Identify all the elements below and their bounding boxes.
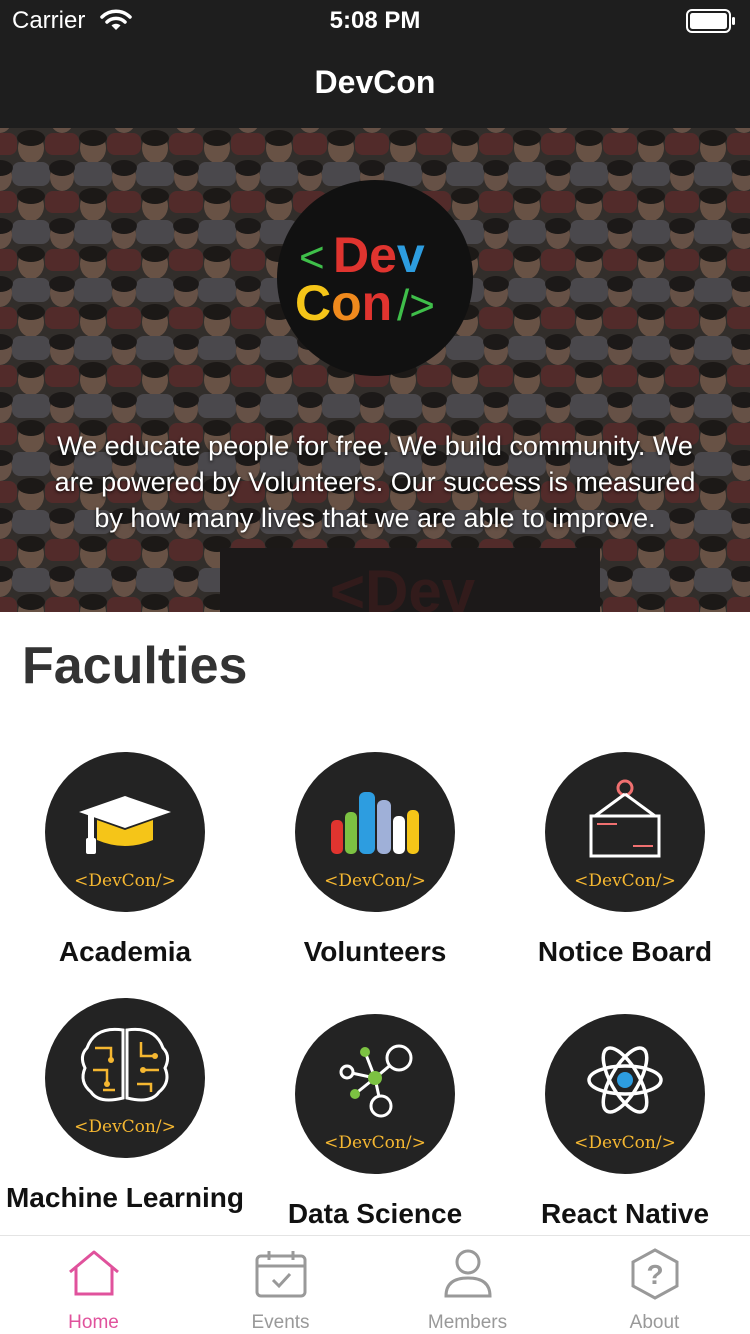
graduation-cap-icon: <DevCon/>	[74, 796, 176, 891]
faculty-academia[interactable]: <DevCon/> Academia	[0, 752, 250, 982]
section-title-faculties: Faculties	[22, 637, 248, 695]
faculty-badge: <DevCon/>	[295, 1014, 455, 1174]
faculty-volunteers[interactable]: <DevCon/> Volunteers	[250, 752, 500, 982]
page-title: DevCon	[314, 64, 436, 100]
svg-text:<DevCon/>: <DevCon/>	[74, 1117, 176, 1137]
tab-label: Members	[427, 1312, 508, 1333]
status-bar: Carrier 5:08 PM	[0, 0, 750, 40]
calendar-icon	[255, 1251, 307, 1298]
tab-label: Home	[68, 1312, 119, 1333]
faculty-machine-learning[interactable]: <DevCon/> Machine Learning	[0, 998, 250, 1235]
battery-icon	[686, 9, 735, 33]
tab-home[interactable]: Home	[0, 1236, 187, 1334]
svg-text:<DevCon/>: <DevCon/>	[324, 871, 426, 891]
question-icon: ?	[631, 1248, 679, 1300]
hero-tagline: We educate people for free. We build com…	[54, 431, 696, 533]
faculty-label: Machine Learning	[5, 1182, 245, 1213]
tab-about[interactable]: ? About	[561, 1236, 748, 1334]
user-icon	[444, 1249, 492, 1298]
faculty-badge: <DevCon/>	[545, 752, 705, 912]
faculty-label: Notice Board	[537, 936, 713, 967]
faculty-badge: <DevCon/>	[45, 998, 205, 1158]
svg-text:<DevCon/>: <DevCon/>	[574, 1133, 676, 1153]
tab-label: Events	[251, 1312, 310, 1333]
tab-events[interactable]: Events	[187, 1236, 374, 1334]
raised-hands-icon: <DevCon/>	[324, 792, 426, 891]
top-bar: Carrier 5:08 PM DevCon	[0, 0, 750, 128]
faculty-badge: <DevCon/>	[45, 752, 205, 912]
status-time: 5:08 PM	[329, 7, 421, 34]
faculty-badge: <DevCon/>	[295, 752, 455, 912]
home-icon	[69, 1250, 119, 1296]
network-nodes-icon: <DevCon/>	[324, 1044, 426, 1153]
tab-label: About	[629, 1312, 680, 1333]
svg-text:<DevCon/>: <DevCon/>	[324, 1133, 426, 1153]
react-atom-icon: <DevCon/>	[574, 1046, 676, 1153]
faculty-label: React Native	[540, 1198, 710, 1229]
tab-bar: Home Events Members ? About	[0, 1235, 750, 1334]
brain-circuit-icon: <DevCon/>	[74, 1027, 176, 1137]
svg-text:<DevCon/>: <DevCon/>	[574, 871, 676, 891]
devcon-logo: < Dev Con />	[277, 180, 473, 376]
faculty-notice-board[interactable]: <DevCon/> Notice Board	[500, 752, 750, 982]
faculty-label: Academia	[58, 936, 192, 967]
notice-board-icon: <DevCon/>	[574, 779, 676, 891]
faculty-label: Volunteers	[303, 936, 447, 967]
hero-banner: <Dev < Dev Con /> We educate people for …	[0, 128, 750, 612]
faculties-grid: <DevCon/> Academia <DevCon/> Volunteers	[0, 730, 750, 1235]
svg-text:/>: />	[397, 281, 435, 330]
tab-members[interactable]: Members	[374, 1236, 561, 1334]
faculty-badge: <DevCon/>	[545, 1014, 705, 1174]
svg-text:<DevCon/>: <DevCon/>	[74, 871, 176, 891]
svg-text:?: ?	[646, 1259, 663, 1290]
faculty-react-native[interactable]: <DevCon/> React Native	[500, 1014, 750, 1235]
svg-text:Con: Con	[295, 275, 392, 331]
faculty-label: Data Science	[287, 1198, 463, 1229]
faculty-data-science[interactable]: <DevCon/> Data Science	[250, 1014, 500, 1235]
